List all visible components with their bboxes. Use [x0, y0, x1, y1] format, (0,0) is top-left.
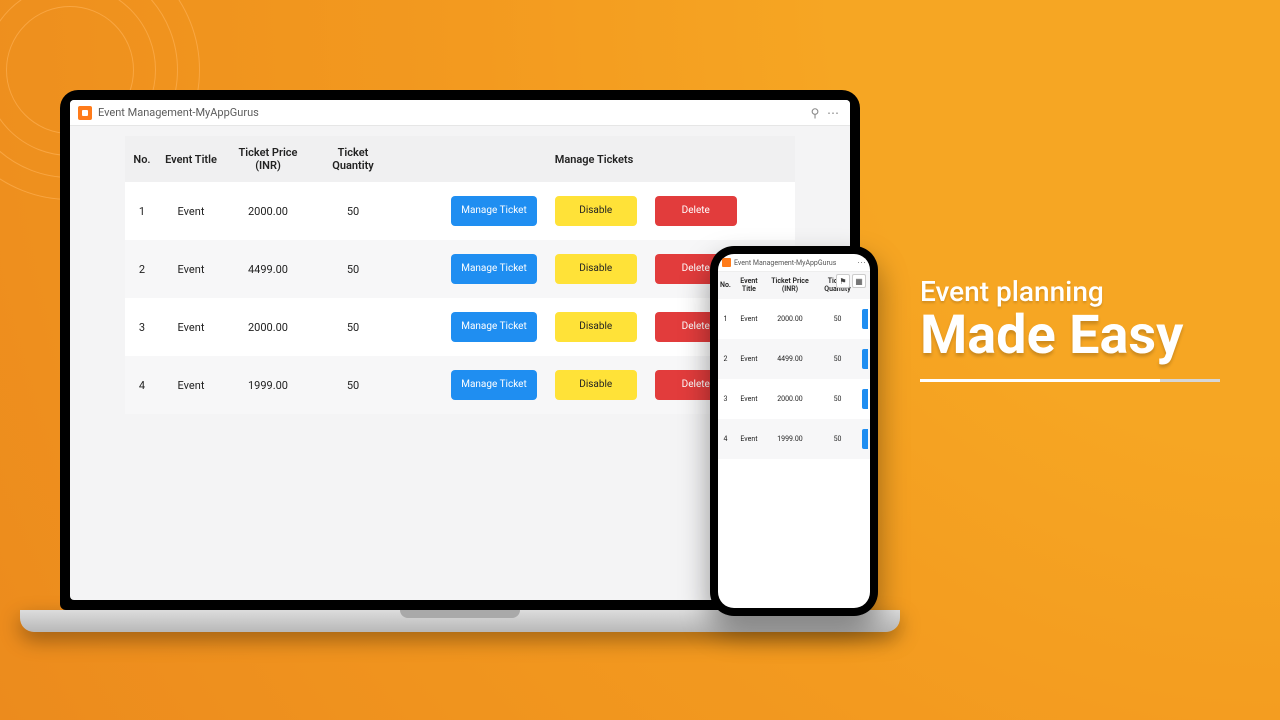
cell-title: Event — [159, 240, 223, 298]
disable-button[interactable]: Disable — [555, 254, 637, 284]
cell-price: 2000.00 — [223, 298, 313, 356]
col-header-no: No. — [718, 272, 733, 299]
col-header-manage: Manage Tickets — [393, 136, 795, 182]
headline-underline — [920, 379, 1220, 382]
cell-title: Event — [733, 419, 765, 459]
app-logo-icon — [722, 258, 731, 267]
cell-qty: 50 — [313, 240, 393, 298]
cell-price: 2000.00 — [765, 299, 815, 339]
app-logo-icon — [78, 106, 92, 120]
disable-button[interactable]: Disable — [555, 196, 637, 226]
cell-qty: 50 — [313, 298, 393, 356]
cell-no: 1 — [125, 182, 159, 240]
cell-no: 2 — [718, 339, 733, 379]
cell-qty: 50 — [815, 339, 860, 379]
col-header-title: Event Title — [159, 136, 223, 182]
more-icon[interactable]: ⋯ — [857, 258, 866, 268]
cell-price: 4499.00 — [765, 339, 815, 379]
cell-no: 3 — [718, 379, 733, 419]
manage-ticket-button[interactable]: Manage Ticket — [451, 254, 537, 284]
delete-button[interactable]: Delete — [655, 196, 737, 226]
cell-title: Event — [733, 339, 765, 379]
manage-ticket-button[interactable]: Manage Ticket — [451, 196, 537, 226]
floating-tools: ⚑ ▦ — [836, 274, 866, 288]
cell-no: 1 — [718, 299, 733, 339]
phone-screen: Event Management-MyAppGurus ⋯ ⚑ ▦ No. Ev… — [718, 254, 870, 608]
cell-no: 4 — [125, 356, 159, 414]
flag-icon[interactable]: ⚑ — [836, 274, 850, 288]
table-row: 2 Event 4499.00 50 Manage Ticket Disable… — [125, 240, 795, 298]
cell-title: Event — [159, 298, 223, 356]
cell-title: Event — [159, 356, 223, 414]
table-row: 1 Event 2000.00 50 Manage Ticket Disable… — [125, 182, 795, 240]
window-titlebar: Event Management-MyAppGurus ⚲ ⋯ — [70, 100, 850, 126]
cell-no: 3 — [125, 298, 159, 356]
manage-ticket-button[interactable] — [862, 429, 868, 449]
disable-button[interactable]: Disable — [555, 370, 637, 400]
cell-title: Event — [733, 299, 765, 339]
cell-qty: 50 — [815, 299, 860, 339]
manage-ticket-button[interactable] — [862, 389, 868, 409]
table-row: 1 Event 2000.00 50 — [718, 299, 870, 339]
events-table: No. Event Title Ticket Price (INR) Ticke… — [125, 136, 795, 414]
table-row: 3 Event 2000.00 50 Manage Ticket Disable… — [125, 298, 795, 356]
col-header-no: No. — [125, 136, 159, 182]
headline-line2: Made Easy — [920, 308, 1220, 365]
phone-events-table: No. Event Title Ticket Price (INR) Ticke… — [718, 272, 870, 459]
table-row: 4 Event 1999.00 50 — [718, 419, 870, 459]
col-header-qty: Ticket Quantity — [313, 136, 393, 182]
col-header-price: Ticket Price (INR) — [765, 272, 815, 299]
cell-price: 2000.00 — [765, 379, 815, 419]
table-row: 2 Event 4499.00 50 — [718, 339, 870, 379]
cell-qty: 50 — [313, 182, 393, 240]
cell-qty: 50 — [815, 419, 860, 459]
manage-ticket-button[interactable] — [862, 349, 868, 369]
cell-no: 2 — [125, 240, 159, 298]
cell-price: 4499.00 — [223, 240, 313, 298]
cell-price: 1999.00 — [765, 419, 815, 459]
cell-title: Event — [733, 379, 765, 419]
col-header-price: Ticket Price (INR) — [223, 136, 313, 182]
cell-price: 1999.00 — [223, 356, 313, 414]
disable-button[interactable]: Disable — [555, 312, 637, 342]
manage-ticket-button[interactable] — [862, 309, 868, 329]
cell-title: Event — [159, 182, 223, 240]
cell-qty: 50 — [313, 356, 393, 414]
table-row: 3 Event 2000.00 50 — [718, 379, 870, 419]
window-title: Event Management-MyAppGurus — [98, 106, 259, 119]
col-header-title: Event Title — [733, 272, 765, 299]
pin-icon[interactable]: ⚲ — [806, 106, 824, 120]
phone-mockup: Event Management-MyAppGurus ⋯ ⚑ ▦ No. Ev… — [710, 246, 878, 616]
manage-ticket-button[interactable]: Manage Ticket — [451, 312, 537, 342]
cell-price: 2000.00 — [223, 182, 313, 240]
table-row: 4 Event 1999.00 50 Manage Ticket Disable… — [125, 356, 795, 414]
phone-window-title: Event Management-MyAppGurus — [734, 259, 836, 267]
marketing-headline: Event planning Made Easy — [920, 275, 1220, 382]
cell-no: 4 — [718, 419, 733, 459]
phone-window-titlebar: Event Management-MyAppGurus ⋯ — [718, 254, 870, 272]
grid-icon[interactable]: ▦ — [852, 274, 866, 288]
manage-ticket-button[interactable]: Manage Ticket — [451, 370, 537, 400]
cell-qty: 50 — [815, 379, 860, 419]
more-icon[interactable]: ⋯ — [824, 106, 842, 120]
